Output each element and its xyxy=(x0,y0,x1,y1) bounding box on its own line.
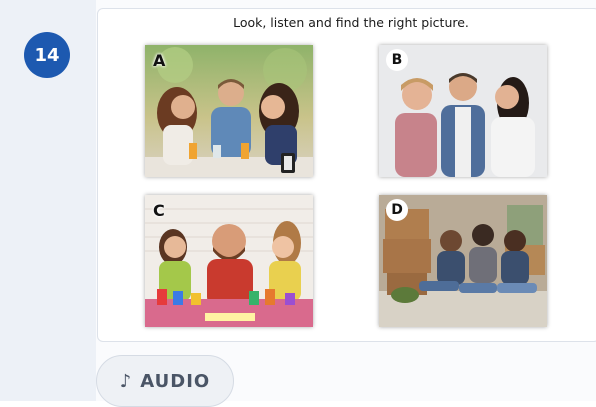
audio-button-label: AUDIO xyxy=(140,370,211,392)
question-number-badge: 14 xyxy=(24,32,70,78)
picture-c-label: C xyxy=(153,201,165,220)
question-card: Look, listen and find the right picture. xyxy=(97,8,596,342)
picture-d[interactable]: D xyxy=(379,195,547,327)
instruction-text: Look, listen and find the right picture. xyxy=(233,15,469,30)
audio-button[interactable]: ♪ AUDIO xyxy=(96,355,234,407)
picture-a-scene xyxy=(145,45,313,177)
picture-a-label: A xyxy=(153,51,166,70)
picture-c-scene xyxy=(145,195,313,327)
picture-d-label: D xyxy=(386,199,408,221)
picture-a[interactable]: A xyxy=(145,45,313,177)
picture-b-label: B xyxy=(386,49,408,71)
picture-b[interactable]: B xyxy=(379,45,547,177)
picture-c[interactable]: C xyxy=(145,195,313,327)
music-note-icon: ♪ xyxy=(119,370,133,392)
